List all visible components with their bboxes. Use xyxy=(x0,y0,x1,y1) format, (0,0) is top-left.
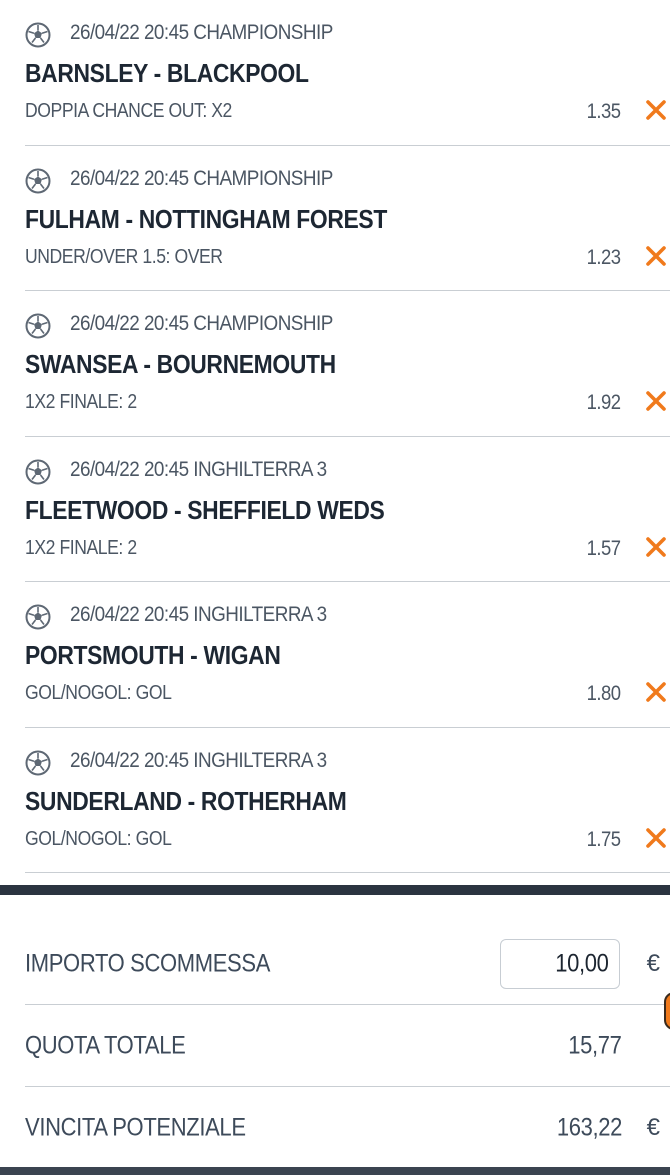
bet-market: 1X2 FINALE: 2 xyxy=(25,391,137,413)
bet-date-competition: 26/04/22 20:45 CHAMPIONSHIP xyxy=(70,21,333,44)
soccer-ball-icon xyxy=(25,313,51,339)
section-divider xyxy=(0,885,670,895)
bet-slip-list: 26/04/22 20:45 CHAMPIONSHIP BARNSLEY - B… xyxy=(0,0,670,873)
potential-win-currency: € xyxy=(646,1114,660,1141)
bet-date-competition: 26/04/22 20:45 INGHILTERRA 3 xyxy=(70,603,327,626)
bet-odd: 1.23 xyxy=(586,245,620,269)
bet-item: 26/04/22 20:45 CHAMPIONSHIP SWANSEA - BO… xyxy=(0,291,670,437)
soccer-ball-icon xyxy=(25,459,51,484)
bet-market: GOL/NOGOL: GOL xyxy=(25,827,172,850)
total-odds-row: QUOTA TOTALE 15,77 xyxy=(0,1005,670,1087)
bet-match-name: BARNSLEY - BLACKPOOL xyxy=(25,58,309,88)
bet-match-name: PORTSMOUTH - WIGAN xyxy=(25,640,281,670)
soccer-ball-icon xyxy=(25,604,51,630)
bet-item: 26/04/22 20:45 CHAMPIONSHIP BARNSLEY - B… xyxy=(0,0,670,146)
bet-odd: 1.75 xyxy=(586,827,620,851)
close-x-icon[interactable] xyxy=(644,98,668,122)
close-x-icon[interactable] xyxy=(644,389,668,413)
bet-market: DOPPIA CHANCE OUT: X2 xyxy=(25,100,232,122)
close-x-icon[interactable] xyxy=(644,826,668,850)
bet-date-competition: 26/04/22 20:45 INGHILTERRA 3 xyxy=(70,457,327,481)
bet-match-name: SUNDERLAND - ROTHERHAM xyxy=(25,785,347,816)
potential-win-label: VINCITA POTENZIALE xyxy=(25,1113,246,1142)
bet-item: 26/04/22 20:45 CHAMPIONSHIP FULHAM - NOT… xyxy=(0,146,670,292)
soccer-ball-icon xyxy=(25,750,51,775)
bet-market: GOL/NOGOL: GOL xyxy=(25,682,172,704)
soccer-ball-icon xyxy=(25,168,51,193)
bet-match-name: FLEETWOOD - SHEFFIELD WEDS xyxy=(25,494,385,525)
bet-item: 26/04/22 20:45 INGHILTERRA 3 FLEETWOOD -… xyxy=(0,437,670,583)
bet-date-competition: 26/04/22 20:45 CHAMPIONSHIP xyxy=(70,166,333,190)
side-handle[interactable] xyxy=(664,992,670,1030)
bet-match-name: FULHAM - NOTTINGHAM FOREST xyxy=(25,203,387,234)
total-odds-value: 15,77 xyxy=(568,1031,623,1060)
bet-market: UNDER/OVER 1.5: OVER xyxy=(25,245,223,268)
close-x-icon[interactable] xyxy=(644,535,668,559)
bet-odd: 1.57 xyxy=(586,536,620,560)
potential-win-value: 163,22 xyxy=(556,1113,623,1142)
potential-win-row: VINCITA POTENZIALE 163,22 € xyxy=(0,1087,670,1169)
bet-match-name: SWANSEA - BOURNEMOUTH xyxy=(25,349,336,379)
bet-odd: 1.35 xyxy=(586,100,620,123)
stake-input-value[interactable]: 10,00 xyxy=(556,950,610,979)
bet-market: 1X2 FINALE: 2 xyxy=(25,536,137,559)
stake-input[interactable]: 10,00 xyxy=(500,939,620,989)
total-odds-label: QUOTA TOTALE xyxy=(25,1031,186,1060)
bet-item: 26/04/22 20:45 INGHILTERRA 3 PORTSMOUTH … xyxy=(0,582,670,728)
bet-odd: 1.80 xyxy=(586,682,620,705)
bottom-bar xyxy=(0,1167,670,1175)
stake-label: IMPORTO SCOMMESSA xyxy=(25,949,271,978)
bet-odd: 1.92 xyxy=(586,391,620,414)
close-x-icon[interactable] xyxy=(644,680,668,704)
close-x-icon[interactable] xyxy=(644,244,668,268)
bet-date-competition: 26/04/22 20:45 CHAMPIONSHIP xyxy=(70,312,333,335)
bet-date-competition: 26/04/22 20:45 INGHILTERRA 3 xyxy=(70,748,327,772)
bet-item: 26/04/22 20:45 INGHILTERRA 3 SUNDERLAND … xyxy=(0,728,670,874)
soccer-ball-icon xyxy=(25,22,51,48)
stake-currency: € xyxy=(646,950,660,977)
stake-row: IMPORTO SCOMMESSA 10,00 € xyxy=(0,923,670,1005)
